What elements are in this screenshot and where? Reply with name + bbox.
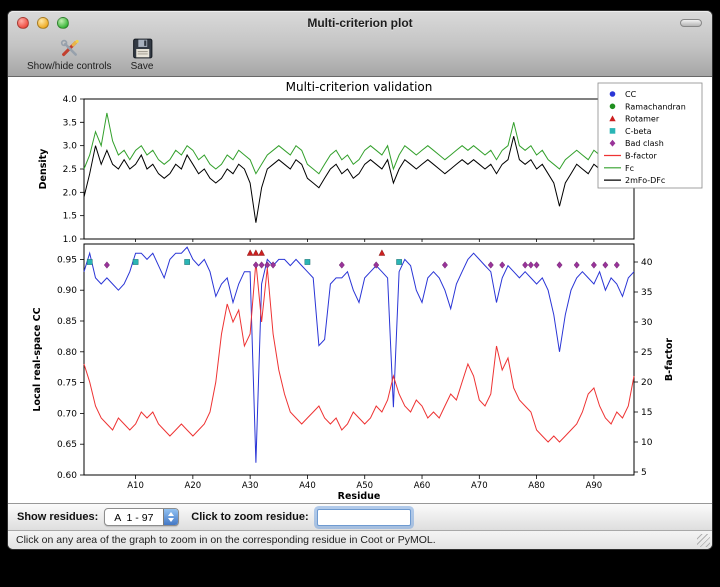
status-text: Click on any area of the graph to zoom i… — [16, 534, 436, 546]
zoom-residue-label: Click to zoom residue: — [191, 511, 308, 523]
minimize-button[interactable] — [37, 17, 49, 29]
legend-label-ramachandran: Ramachandran — [625, 102, 686, 111]
legend-label-2mfo-dfc: 2mFo-DFc — [625, 176, 665, 185]
save-floppy-icon — [130, 36, 155, 61]
svg-text:A40: A40 — [299, 481, 316, 491]
legend-label-rotamer: Rotamer — [625, 115, 660, 124]
svg-text:10: 10 — [641, 438, 653, 448]
svg-text:5: 5 — [641, 468, 647, 478]
traffic-lights — [17, 17, 69, 29]
svg-text:2.5: 2.5 — [63, 165, 77, 175]
svg-text:A60: A60 — [414, 481, 431, 491]
residue-range-value: A 1 - 97 — [105, 509, 163, 525]
window-chrome: Multi-criterion plot — [8, 11, 712, 77]
save-label: Save — [131, 61, 154, 72]
svg-text:0.90: 0.90 — [57, 286, 77, 296]
svg-text:4.0: 4.0 — [63, 95, 78, 105]
svg-text:2.0: 2.0 — [63, 188, 78, 198]
svg-text:A90: A90 — [586, 481, 603, 491]
cc-axis-label: Local real-space CC — [32, 307, 43, 411]
svg-text:0.65: 0.65 — [57, 440, 77, 450]
svg-text:25: 25 — [641, 348, 652, 358]
controls-bar: Show residues: A 1 - 97 Click to zoom re… — [8, 503, 712, 530]
plot-area: Multi-criterion validation 1.0 1.5 2.0 2.5 3.… — [8, 77, 712, 503]
svg-text:3.0: 3.0 — [63, 142, 78, 152]
svg-text:A50: A50 — [356, 481, 373, 491]
svg-text:0.80: 0.80 — [57, 348, 77, 358]
toolbar-toggle-button[interactable] — [680, 19, 702, 27]
svg-text:0.75: 0.75 — [57, 379, 77, 389]
legend: CC Ramachandran Rotamer C-beta Bad clash B-fa… — [598, 83, 702, 188]
legend-label-bad-clash: Bad clash — [625, 139, 664, 148]
resize-grip[interactable] — [697, 534, 710, 547]
svg-text:35: 35 — [641, 288, 652, 298]
zoom-window-button[interactable] — [57, 17, 69, 29]
legend-label-cc: CC — [625, 90, 637, 99]
legend-label-fc: Fc — [625, 164, 634, 173]
multi-criterion-plot-canvas[interactable]: Multi-criterion validation 1.0 1.5 2.0 2.5 3.… — [8, 77, 712, 502]
show-hide-controls-label: Show/hide controls — [27, 61, 112, 72]
svg-text:0.85: 0.85 — [57, 317, 77, 327]
top-axes-frame — [84, 99, 634, 239]
svg-text:20: 20 — [641, 378, 653, 388]
crossed-tools-icon — [57, 36, 82, 61]
status-bar: Click on any area of the graph to zoom i… — [8, 530, 712, 549]
svg-text:A30: A30 — [242, 481, 259, 491]
svg-text:3.5: 3.5 — [63, 118, 77, 128]
residue-axis-label: Residue — [338, 491, 381, 502]
close-button[interactable] — [17, 17, 29, 29]
window-title: Multi-criterion plot — [8, 16, 712, 30]
svg-text:A70: A70 — [471, 481, 488, 491]
svg-text:40: 40 — [641, 258, 653, 268]
show-residues-label: Show residues: — [17, 511, 98, 523]
svg-text:0.70: 0.70 — [57, 409, 77, 419]
svg-text:1.0: 1.0 — [63, 235, 78, 245]
svg-text:A10: A10 — [127, 481, 144, 491]
bottom-axes-frame — [84, 244, 634, 475]
titlebar[interactable]: Multi-criterion plot — [8, 11, 712, 33]
bfactor-axis-label: B-factor — [664, 338, 675, 381]
combo-stepper-icon — [163, 509, 178, 525]
density-axis-label: Density — [38, 148, 49, 190]
svg-text:0.95: 0.95 — [57, 255, 77, 265]
svg-text:1.5: 1.5 — [63, 212, 77, 222]
toolbar: Show/hide controls Save — [8, 33, 712, 76]
svg-text:30: 30 — [641, 318, 653, 328]
residue-range-select[interactable]: A 1 - 97 — [104, 508, 179, 526]
app-window: Multi-criterion plot — [7, 10, 713, 550]
svg-text:15: 15 — [641, 408, 652, 418]
svg-text:0.60: 0.60 — [57, 471, 77, 481]
legend-label-b-factor: B-factor — [625, 152, 658, 161]
show-hide-controls-button[interactable]: Show/hide controls — [18, 35, 121, 73]
zoom-residue-input[interactable] — [317, 509, 411, 526]
svg-text:A80: A80 — [528, 481, 545, 491]
chart-title: Multi-criterion validation — [286, 80, 433, 94]
legend-label-c-beta: C-beta — [625, 127, 652, 136]
svg-text:A20: A20 — [185, 481, 202, 491]
save-button[interactable]: Save — [121, 35, 164, 73]
